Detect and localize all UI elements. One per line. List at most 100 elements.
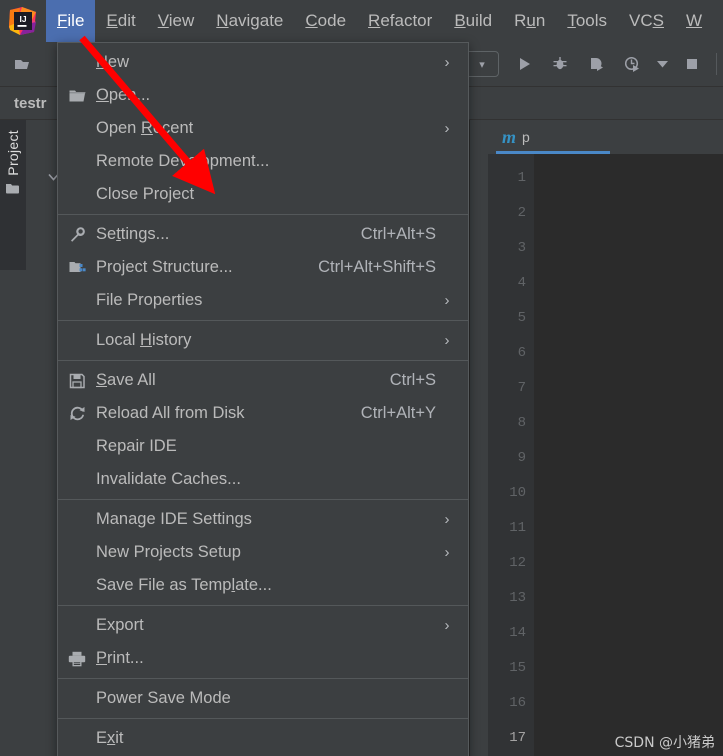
menu-item-label: Save File as Template...: [96, 576, 272, 594]
line-number: 3: [517, 240, 526, 256]
menu-code[interactable]: Code: [294, 0, 357, 42]
editor-area: m p 1 2 3 4 5 6 7 8 9 10 11 12 13 14 15 …: [469, 120, 723, 756]
menu-item-open[interactable]: Open...: [58, 79, 468, 112]
menu-item-shortcut: Ctrl+Alt+S: [360, 225, 436, 243]
toolbar-divider: [716, 53, 717, 75]
line-number: 8: [517, 415, 526, 431]
chevron-right-icon: ›: [444, 544, 450, 561]
editor-gutter: 1 2 3 4 5 6 7 8 9 10 11 12 13 14 15 16 1…: [470, 154, 723, 756]
menu-item-save-all[interactable]: Save All Ctrl+S: [58, 364, 468, 397]
menu-item-repair-ide[interactable]: Repair IDE: [58, 430, 468, 463]
menu-item-label: Reload All from Disk: [96, 404, 245, 422]
menu-navigate[interactable]: Navigate: [205, 0, 294, 42]
project-structure-icon: [58, 260, 96, 275]
save-icon: [58, 373, 96, 389]
chevron-right-icon: ›: [444, 54, 450, 71]
menu-view[interactable]: View: [147, 0, 206, 42]
menu-item-close-project[interactable]: Close Project: [58, 178, 468, 211]
debug-icon[interactable]: [545, 49, 575, 79]
menu-separator: [58, 718, 468, 719]
menu-vcs[interactable]: VCS: [618, 0, 675, 42]
line-number: 13: [509, 590, 526, 606]
editor-tab-label: p: [522, 129, 530, 145]
menu-item-label: Save All: [96, 371, 156, 389]
menu-item-project-structure[interactable]: Project Structure... Ctrl+Alt+Shift+S: [58, 251, 468, 284]
menu-item-export[interactable]: Export ›: [58, 609, 468, 642]
line-number-current: 17: [509, 730, 526, 746]
menu-item-print[interactable]: Print...: [58, 642, 468, 675]
menu-item-remote-development[interactable]: Remote Development...: [58, 145, 468, 178]
maven-pom-icon: m: [502, 126, 517, 147]
menu-item-label: Open Recent: [96, 119, 194, 137]
menu-item-open-recent[interactable]: Open Recent ›: [58, 112, 468, 145]
menu-item-shortcut: Ctrl+S: [389, 371, 436, 389]
menu-item-label: Close Project: [96, 185, 195, 203]
menu-separator: [58, 678, 468, 679]
menu-window[interactable]: W: [675, 0, 713, 42]
line-number: 11: [509, 520, 526, 536]
file-menu-dropdown: New › Open... Open Recent › Remote Devel…: [57, 42, 469, 756]
menu-item-save-file-as-template[interactable]: Save File as Template...: [58, 569, 468, 602]
menu-separator: [58, 499, 468, 500]
menu-item-power-save-mode[interactable]: Power Save Mode: [58, 682, 468, 715]
run-configuration-selector[interactable]: ▾: [465, 51, 499, 77]
menu-refactor[interactable]: Refactor: [357, 0, 443, 42]
wrench-icon: [58, 226, 96, 243]
run-config-dropdown-icon[interactable]: [653, 49, 671, 79]
print-icon: [58, 651, 96, 667]
sidebar-item-project[interactable]: Project: [0, 120, 26, 270]
menu-tools[interactable]: Tools: [556, 0, 618, 42]
left-tool-window-stripe: Project: [0, 120, 26, 756]
menu-item-new[interactable]: New ›: [58, 46, 468, 79]
menu-item-local-history[interactable]: Local History ›: [58, 324, 468, 357]
folder-icon: [58, 89, 96, 103]
menu-item-new-projects-setup[interactable]: New Projects Setup ›: [58, 536, 468, 569]
editor-tab-strip: m p: [470, 120, 723, 154]
line-number: 9: [517, 450, 526, 466]
menu-build[interactable]: Build: [443, 0, 503, 42]
menu-run[interactable]: Run: [503, 0, 556, 42]
watermark-text: CSDN @小猪弟: [614, 735, 715, 751]
menu-bar-items: File Edit View Navigate Code Refactor Bu…: [46, 0, 713, 42]
code-text-area[interactable]: [534, 154, 723, 756]
profile-icon[interactable]: [617, 49, 647, 79]
reload-icon: [58, 405, 96, 422]
line-number: 16: [509, 695, 526, 711]
menu-item-label: Settings...: [96, 225, 170, 243]
line-number: 5: [517, 310, 526, 326]
menu-item-label: Power Save Mode: [96, 689, 231, 707]
line-number: 4: [517, 275, 526, 291]
menu-item-reload-all-from-disk[interactable]: Reload All from Disk Ctrl+Alt+Y: [58, 397, 468, 430]
menu-item-label: Project Structure...: [96, 258, 233, 276]
menu-item-label: Remote Development...: [96, 152, 270, 170]
line-number: 12: [509, 555, 526, 571]
menu-file[interactable]: File: [46, 0, 96, 42]
line-number: 1: [517, 170, 526, 186]
menu-item-file-properties[interactable]: File Properties ›: [58, 284, 468, 317]
run-with-coverage-icon[interactable]: [581, 49, 611, 79]
menu-item-settings[interactable]: Settings... Ctrl+Alt+S: [58, 218, 468, 251]
menu-separator: [58, 214, 468, 215]
menu-item-shortcut: Ctrl+Alt+Shift+S: [318, 258, 436, 276]
menu-item-exit[interactable]: Exit: [58, 722, 468, 755]
menu-item-manage-ide-settings[interactable]: Manage IDE Settings ›: [58, 503, 468, 536]
menu-bar: IJ File Edit View Navigate Code Refactor…: [0, 0, 723, 42]
run-icon[interactable]: [509, 49, 539, 79]
stop-icon[interactable]: [677, 49, 707, 79]
menu-item-label: New Projects Setup: [96, 543, 241, 561]
menu-item-label: Export: [96, 616, 144, 634]
folder-icon: [5, 182, 21, 201]
line-number: 15: [509, 660, 526, 676]
project-tab-label: Project: [5, 130, 21, 176]
menu-item-label: Print...: [96, 649, 144, 667]
line-number: 2: [517, 205, 526, 221]
project-name-crumb[interactable]: testr: [14, 95, 47, 112]
open-folder-icon[interactable]: [8, 49, 38, 79]
line-number: 10: [509, 485, 526, 501]
editor-tab-pom[interactable]: m p: [496, 120, 610, 154]
intellij-idea-logo-icon: IJ: [8, 6, 38, 36]
menu-item-invalidate-caches[interactable]: Invalidate Caches...: [58, 463, 468, 496]
menu-item-label: Invalidate Caches...: [96, 470, 241, 488]
menu-item-label: File Properties: [96, 291, 203, 309]
menu-edit[interactable]: Edit: [95, 0, 146, 42]
